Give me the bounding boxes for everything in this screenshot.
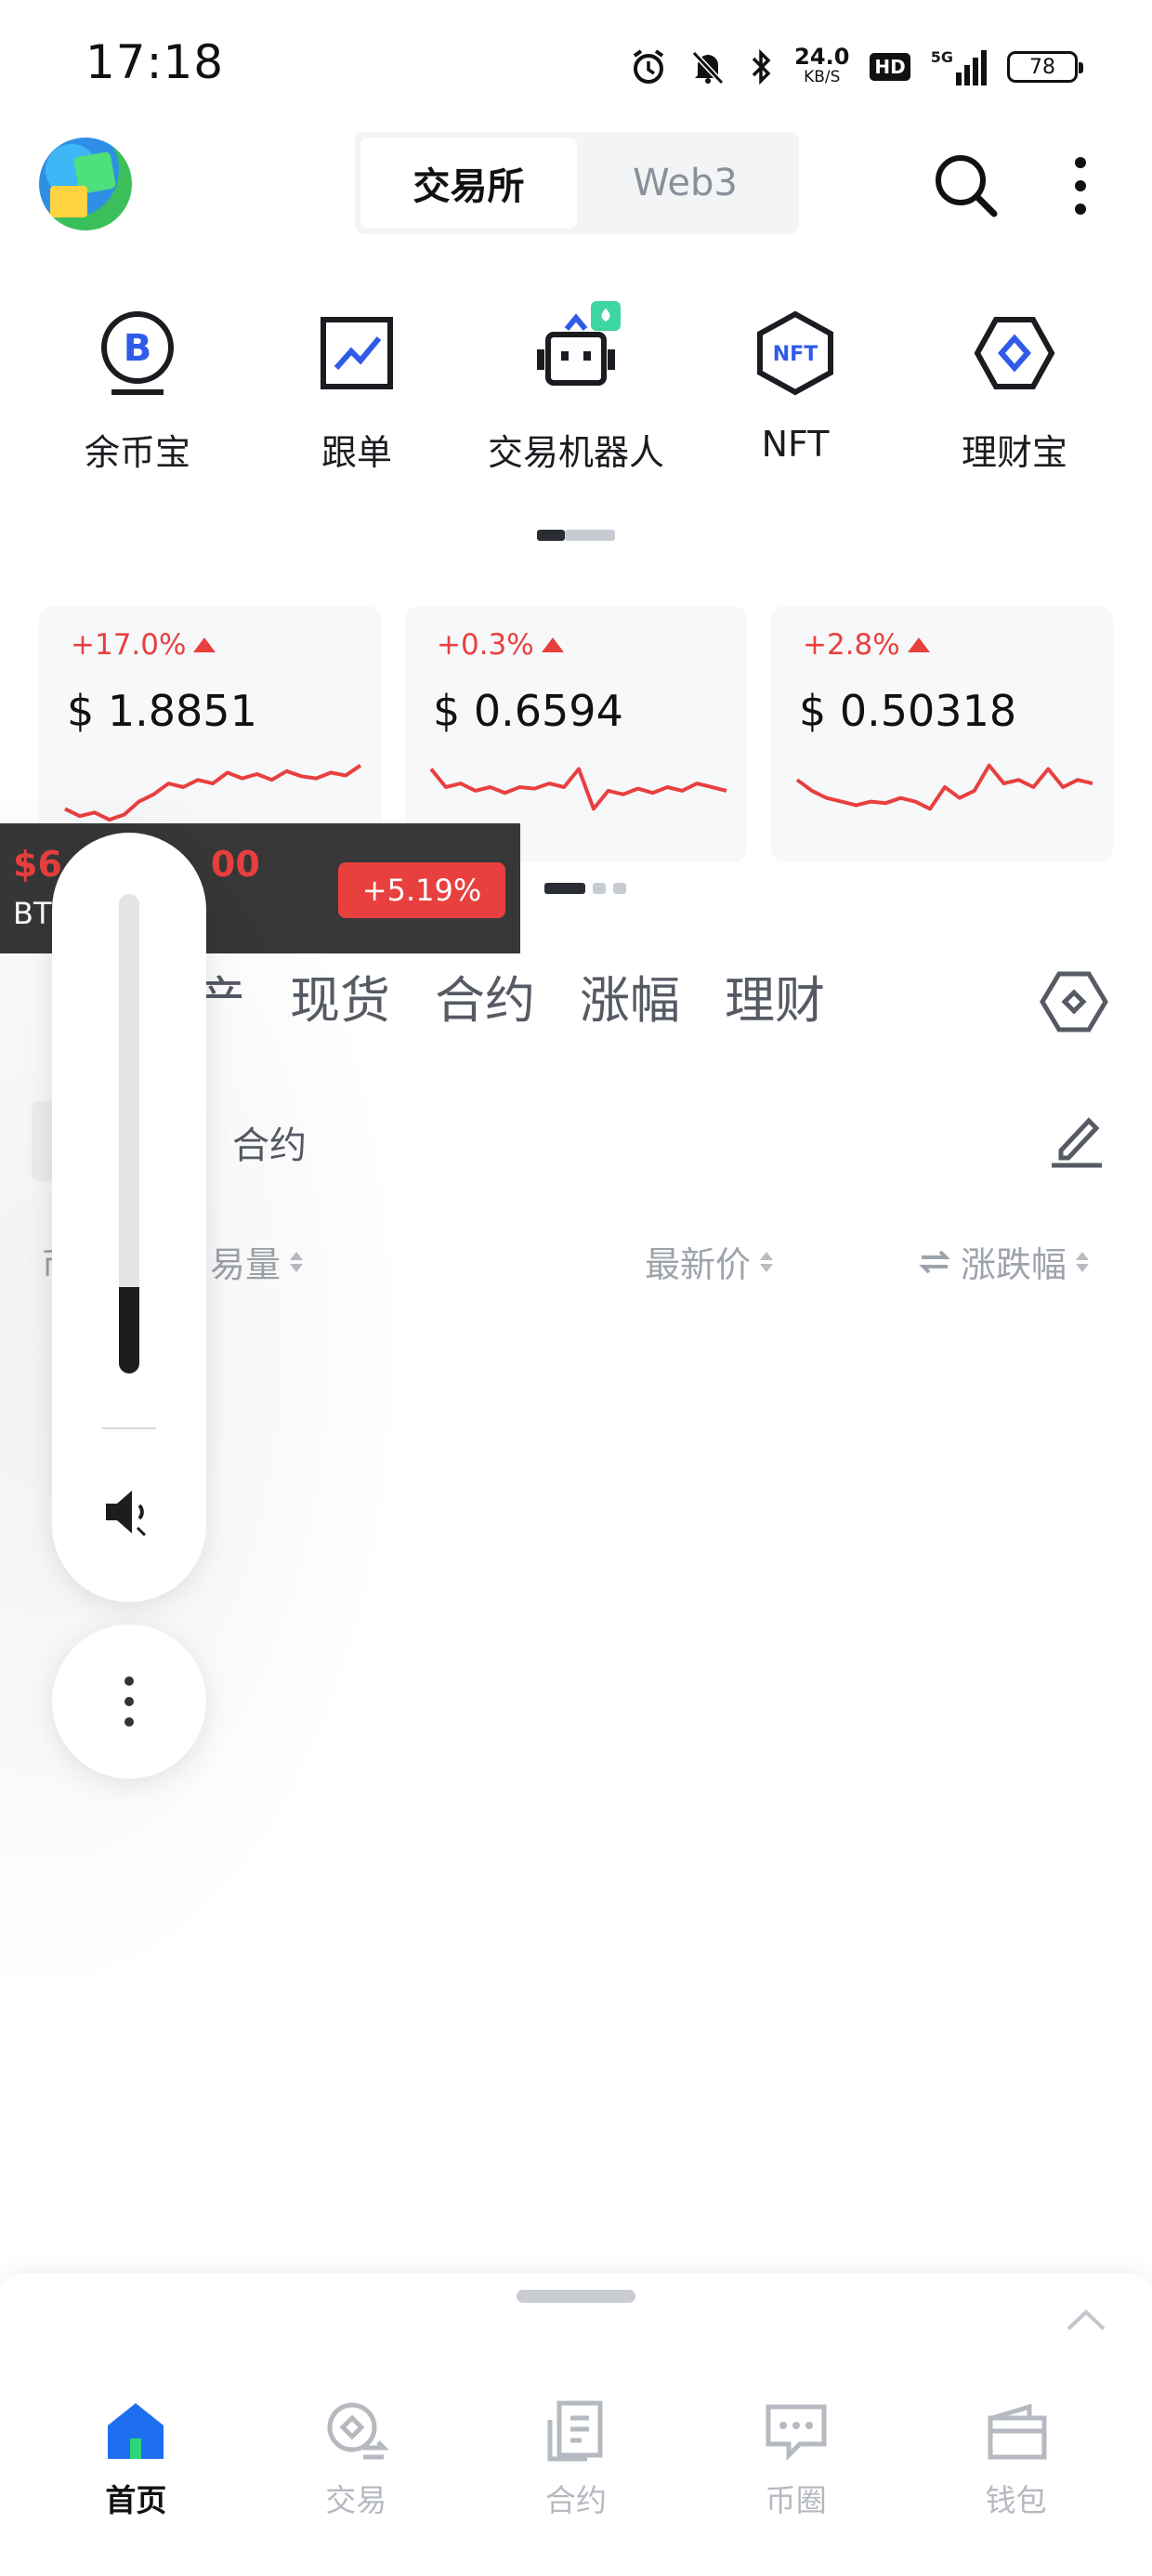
nav-trade[interactable]: 交易: [263, 2398, 449, 2520]
tab-exchange[interactable]: 交易所: [360, 138, 577, 229]
finance-diamond-icon: [974, 317, 1055, 389]
svg-text:NFT: NFT: [773, 343, 818, 366]
feature-trading-bot[interactable]: 交易机器人: [466, 301, 686, 475]
feature-pager: [537, 530, 615, 541]
card-change: +2.8%: [803, 628, 930, 662]
home-icon: [108, 2403, 164, 2459]
contract-document-icon: [547, 2400, 603, 2462]
tab-contract[interactable]: 合约: [435, 959, 535, 1032]
card-price: $ 1.8851: [67, 686, 257, 736]
search-icon[interactable]: [929, 149, 1003, 223]
feature-label: 余币宝: [84, 432, 190, 473]
col-change[interactable]: 涨跌幅: [918, 1236, 1090, 1287]
nav-home[interactable]: 首页: [43, 2398, 229, 2520]
wallet-icon: [988, 2403, 1047, 2460]
sparkline: [429, 767, 727, 811]
net-speed: 24.0 KB/S: [794, 44, 850, 86]
sparkline-path: [795, 763, 1093, 811]
volume-more-button[interactable]: [52, 1624, 206, 1779]
nft-hexagon-icon: NFT: [757, 310, 833, 396]
feature-nft[interactable]: NFT NFT: [686, 307, 905, 475]
nav-label: 交易: [325, 2482, 387, 2518]
svg-text:B: B: [124, 327, 152, 370]
tab-gainers[interactable]: 涨幅: [580, 959, 680, 1032]
nav-label: 合约: [544, 2482, 607, 2518]
feature-label: 交易机器人: [487, 432, 664, 473]
card-price: $ 0.6594: [433, 686, 623, 736]
speaker-low-icon[interactable]: [100, 1483, 158, 1541]
bottom-navigation: 首页 交易 合约 币圈 钱包: [0, 2398, 1152, 2520]
card-change: +0.3%: [437, 628, 564, 662]
exchange-web3-switch: 交易所 Web3: [355, 132, 799, 234]
card-change: +17.0%: [71, 628, 216, 662]
hexagon-settings-icon[interactable]: [1039, 966, 1109, 1037]
tab-web3[interactable]: Web3: [577, 138, 793, 229]
sort-icon: [1076, 1251, 1090, 1272]
avatar[interactable]: [39, 138, 132, 230]
sheet-drag-handle[interactable]: [517, 2290, 635, 2303]
feature-label: NFT: [761, 424, 830, 465]
market-card[interactable]: +2.8% $ 0.50318: [771, 606, 1113, 862]
savings-coin-icon: B: [101, 311, 174, 395]
signal-icon: 5G: [931, 48, 987, 85]
feature-label: 跟单: [321, 432, 392, 473]
feature-label: 理财宝: [961, 432, 1067, 473]
nav-label: 币圈: [765, 2482, 827, 2518]
alarm-icon: [634, 49, 664, 84]
volume-slider-panel[interactable]: [52, 833, 206, 1602]
nav-community[interactable]: 币圈: [703, 2398, 889, 2520]
status-time: 17:18: [85, 35, 225, 89]
sparkline-path: [429, 767, 727, 811]
mute-bell-icon: [691, 50, 725, 85]
nav-label: 首页: [105, 2482, 167, 2518]
card-price: $ 0.50318: [799, 686, 1017, 736]
more-vertical-icon[interactable]: [1067, 153, 1094, 218]
trade-exchange-icon: [327, 2402, 390, 2460]
chat-bubble-icon: [766, 2404, 827, 2462]
swap-icon[interactable]: [918, 1248, 951, 1276]
card-pager: [544, 883, 626, 894]
hd-badge: HD: [870, 53, 910, 81]
sort-icon: [760, 1251, 774, 1272]
col-price[interactable]: 最新价: [645, 1236, 774, 1287]
nav-wallet[interactable]: 钱包: [923, 2398, 1109, 2520]
sparkline: [795, 763, 1093, 811]
volume-slider-track[interactable]: [119, 894, 139, 1373]
bluetooth-icon: [752, 48, 771, 85]
chevron-up-icon[interactable]: [1065, 2305, 1107, 2333]
copy-trade-chart-icon: [321, 317, 393, 389]
volume-slider-fill: [119, 1287, 139, 1373]
trading-bot-icon: [537, 301, 621, 386]
feature-shortcuts: B 余币宝 跟单 交易机器人 NFT NFT 理财宝: [28, 301, 1124, 475]
feature-finance[interactable]: 理财宝: [905, 307, 1124, 475]
nav-label: 钱包: [985, 2482, 1047, 2518]
battery-icon: 78: [1007, 51, 1083, 83]
nav-contract[interactable]: 合约: [483, 2398, 669, 2520]
tab-finance[interactable]: 理财: [725, 959, 825, 1032]
divider: [102, 1427, 156, 1429]
feature-savings[interactable]: B 余币宝: [28, 307, 247, 475]
edit-pencil-icon[interactable]: [1048, 1106, 1106, 1171]
status-icons: 24.0 KB/S HD 5G 78: [629, 41, 1083, 93]
feature-copy-trade[interactable]: 跟单: [247, 307, 466, 475]
